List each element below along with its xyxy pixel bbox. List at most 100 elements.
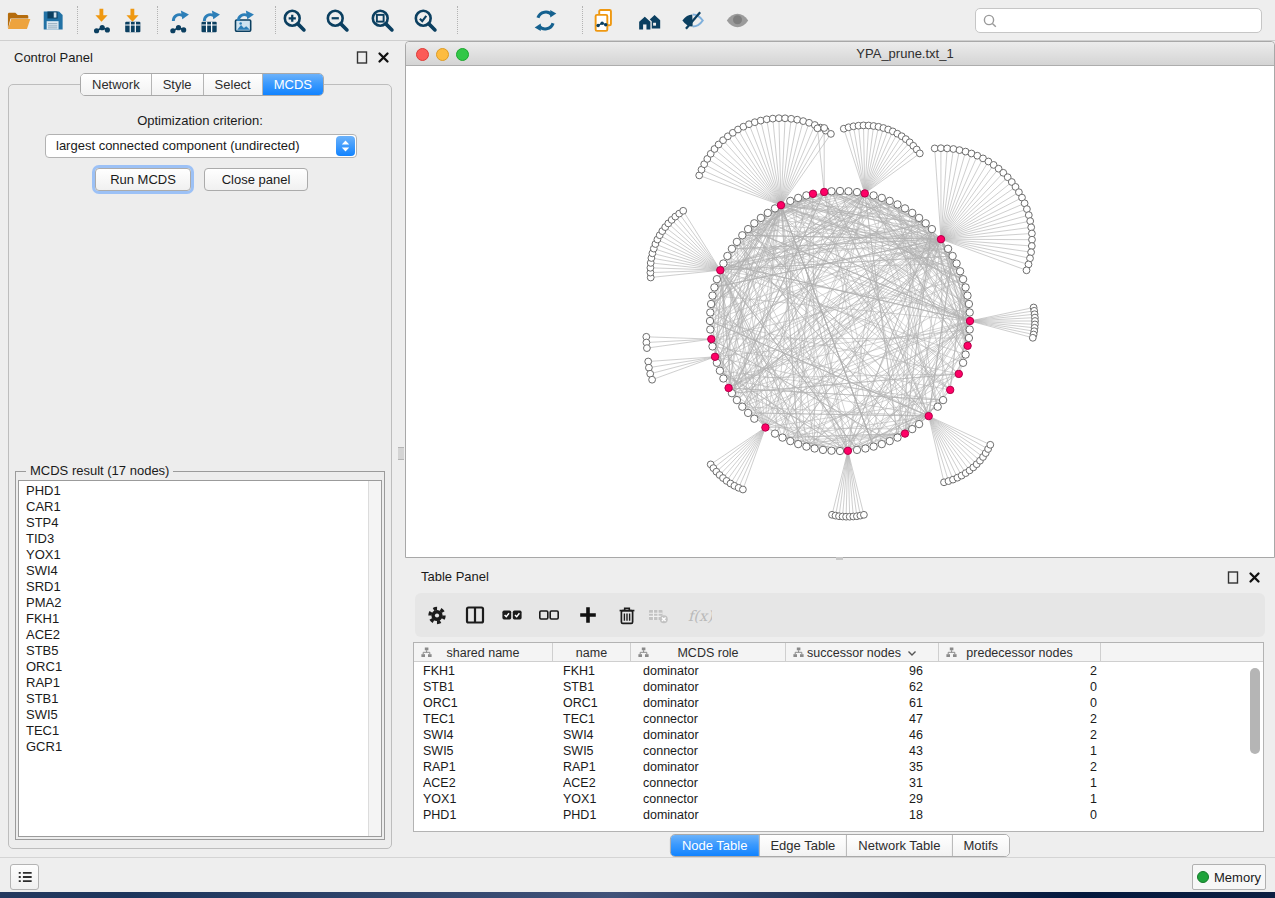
- network-documents-icon[interactable]: [586, 3, 620, 37]
- tab-network-table[interactable]: Network Table: [846, 835, 951, 856]
- tab-node-table[interactable]: Node Table: [671, 835, 759, 856]
- svg-text:f(x): f(x): [688, 608, 712, 624]
- network-view-window: YPA_prune.txt_1: [405, 41, 1275, 558]
- import-network-icon[interactable]: [84, 3, 118, 37]
- table-row[interactable]: YOX1YOX1connector291: [414, 791, 1263, 807]
- network-window-titlebar[interactable]: YPA_prune.txt_1: [406, 42, 1274, 66]
- mcds-result-node[interactable]: PHD1: [19, 483, 367, 499]
- first-neighbors-icon[interactable]: [632, 3, 666, 37]
- table-toolbar: f(x): [415, 593, 1265, 637]
- zoom-in-icon[interactable]: [277, 3, 311, 37]
- hierarchy-icon: [793, 647, 804, 661]
- table-row[interactable]: ACE2ACE2connector311: [414, 775, 1263, 791]
- table-row[interactable]: SWI4SWI4dominator462: [414, 727, 1263, 743]
- table-row[interactable]: STB1STB1dominator620: [414, 679, 1263, 695]
- mcds-result-node[interactable]: SWI5: [19, 707, 367, 723]
- mcds-result-node[interactable]: PMA2: [19, 595, 367, 611]
- network-window-title: YPA_prune.txt_1: [536, 46, 1274, 61]
- mcds-result-group: MCDS result (17 nodes) PHD1CAR1STP4TID3Y…: [15, 471, 385, 840]
- deselect-all-icon[interactable]: [537, 603, 561, 627]
- open-session-icon[interactable]: [1, 3, 35, 37]
- zoom-out-icon[interactable]: [320, 3, 354, 37]
- export-image-icon[interactable]: [227, 3, 261, 37]
- table-row[interactable]: PHD1PHD1dominator180: [414, 807, 1263, 823]
- tab-style[interactable]: Style: [151, 74, 203, 95]
- refresh-icon[interactable]: [528, 3, 562, 37]
- mcds-result-node[interactable]: FKH1: [19, 611, 367, 627]
- table-row[interactable]: FKH1FKH1dominator962: [414, 663, 1263, 679]
- memory-button[interactable]: Memory: [1192, 864, 1266, 890]
- memory-label: Memory: [1214, 870, 1261, 885]
- memory-status-icon: [1197, 871, 1209, 883]
- select-all-icon[interactable]: [500, 603, 524, 627]
- mcds-result-node[interactable]: TID3: [19, 531, 367, 547]
- tab-select[interactable]: Select: [203, 74, 262, 95]
- mcds-result-node[interactable]: ACE2: [19, 627, 367, 643]
- table-row[interactable]: SWI5SWI5connector431: [414, 743, 1263, 759]
- float-panel-icon[interactable]: [355, 50, 369, 64]
- column-header-name[interactable]: name: [553, 643, 631, 662]
- mcds-result-node[interactable]: GCR1: [19, 739, 367, 755]
- export-network-icon[interactable]: [162, 3, 196, 37]
- delete-column-icon[interactable]: [615, 603, 639, 627]
- mcds-result-node[interactable]: STB5: [19, 643, 367, 659]
- close-panel-button[interactable]: Close panel: [204, 168, 308, 191]
- float-table-panel-icon[interactable]: [1226, 570, 1240, 584]
- column-header-successor-nodes[interactable]: successor nodes: [786, 643, 939, 662]
- toolbar-separator: [157, 6, 158, 34]
- list-icon: [15, 867, 35, 887]
- close-panel-icon[interactable]: [376, 50, 390, 64]
- mcds-result-node[interactable]: YOX1: [19, 547, 367, 563]
- hide-selected-icon[interactable]: [675, 3, 709, 37]
- table-row[interactable]: ORC1ORC1dominator610: [414, 695, 1263, 711]
- mcds-result-title: MCDS result (17 nodes): [26, 463, 173, 478]
- vertical-splitter-handle[interactable]: [398, 447, 404, 460]
- tab-edge-table[interactable]: Edge Table: [758, 835, 846, 856]
- run-mcds-button[interactable]: Run MCDS: [95, 168, 191, 191]
- save-session-icon[interactable]: [35, 3, 69, 37]
- search-icon: [982, 13, 999, 30]
- table-settings-icon[interactable]: [425, 603, 449, 627]
- function-builder-icon: f(x): [688, 603, 712, 627]
- show-columns-icon[interactable]: [463, 603, 487, 627]
- mcds-result-node[interactable]: RAP1: [19, 675, 367, 691]
- window-zoom-icon[interactable]: [456, 48, 469, 61]
- window-close-icon[interactable]: [416, 48, 429, 61]
- mcds-result-node[interactable]: CAR1: [19, 499, 367, 515]
- toolbar-separator: [275, 6, 276, 34]
- mcds-result-node[interactable]: SRD1: [19, 579, 367, 595]
- mcds-list-scrollbar[interactable]: [368, 481, 381, 836]
- task-history-button[interactable]: [10, 864, 39, 890]
- mcds-result-node[interactable]: SWI4: [19, 563, 367, 579]
- mcds-result-node[interactable]: TEC1: [19, 723, 367, 739]
- export-table-icon[interactable]: [193, 3, 227, 37]
- zoom-selected-icon[interactable]: [408, 3, 442, 37]
- add-column-icon[interactable]: [576, 603, 600, 627]
- table-row[interactable]: RAP1RAP1dominator352: [414, 759, 1263, 775]
- window-minimize-icon[interactable]: [436, 48, 449, 61]
- control-panel: Control Panel NetworkStyleSelectMCDS Opt…: [0, 41, 402, 857]
- network-canvas[interactable]: [406, 66, 1274, 557]
- close-table-panel-icon[interactable]: [1247, 570, 1261, 584]
- show-all-icon[interactable]: [720, 3, 754, 37]
- tab-motifs[interactable]: Motifs: [951, 835, 1009, 856]
- mcds-result-node[interactable]: STB1: [19, 691, 367, 707]
- column-header-MCDS-role[interactable]: MCDS role: [631, 643, 786, 662]
- column-header-predecessor-nodes[interactable]: predecessor nodes: [939, 643, 1101, 662]
- mcds-result-node[interactable]: STP4: [19, 515, 367, 531]
- tab-network[interactable]: Network: [81, 74, 151, 95]
- search-input[interactable]: [975, 8, 1262, 33]
- desktop-wallpaper-strip: [0, 892, 1275, 898]
- search-field[interactable]: [1002, 10, 1252, 31]
- table-row[interactable]: TEC1TEC1connector472: [414, 711, 1263, 727]
- mcds-result-list[interactable]: PHD1CAR1STP4TID3YOX1SWI4SRD1PMA2FKH1ACE2…: [18, 480, 382, 837]
- column-header-shared-name[interactable]: shared name: [414, 643, 553, 662]
- import-table-icon[interactable]: [115, 3, 149, 37]
- tab-mcds[interactable]: MCDS: [262, 74, 323, 95]
- control-panel-title: Control Panel: [14, 50, 93, 65]
- zoom-fit-icon[interactable]: [365, 3, 399, 37]
- table-scrollbar[interactable]: [1249, 664, 1262, 824]
- criterion-select[interactable]: largest connected component (undirected): [45, 134, 357, 158]
- mcds-result-node[interactable]: ORC1: [19, 659, 367, 675]
- toolbar-separator: [77, 6, 78, 34]
